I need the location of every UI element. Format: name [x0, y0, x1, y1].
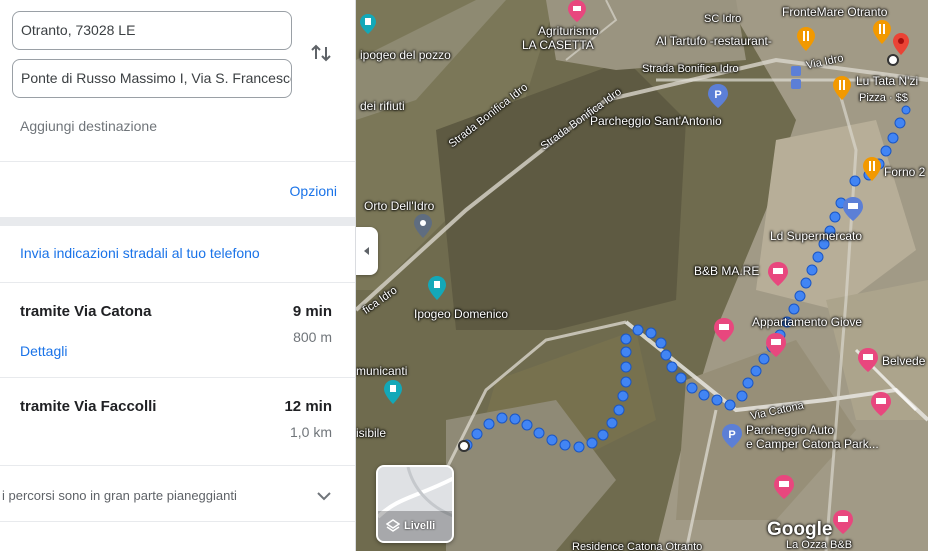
map-label: Ld Supermercato [770, 229, 863, 243]
map-label: Forno 2 [884, 165, 926, 179]
chevron-left-icon [364, 247, 369, 255]
map-label: Parcheggio Auto [746, 423, 835, 437]
route-details-link[interactable]: Dettagli [20, 343, 67, 359]
map-label: Orto Dell'Idro [364, 199, 435, 213]
divider [0, 465, 355, 466]
destination-input[interactable]: Ponte di Russo Massimo I, Via S. Frances… [12, 59, 292, 98]
add-destination-button[interactable]: Aggiungi destinazione [20, 118, 157, 134]
map-label: LA CASETTA [522, 38, 594, 52]
layers-label: Livelli [404, 520, 436, 532]
attraction-icon[interactable] [428, 276, 446, 300]
map-label: Agriturismo [538, 24, 599, 38]
map-label: Residence Catona Otranto [572, 541, 703, 551]
options-button[interactable]: Opzioni [290, 183, 337, 199]
route-time: 9 min [292, 303, 332, 320]
map-label: isibile [356, 426, 387, 440]
restaurant-icon[interactable] [833, 76, 851, 100]
map-label: B&B MA.RE [694, 264, 760, 278]
hotel-icon[interactable] [833, 510, 853, 534]
hotel-icon[interactable] [766, 333, 786, 357]
layers-button[interactable]: Livelli [376, 465, 454, 543]
parking-icon[interactable]: P [708, 84, 728, 108]
restaurant-icon[interactable] [797, 27, 815, 51]
map-label: dei rifiuti [360, 99, 405, 113]
directions-panel: Otranto, 73028 LE Ponte di Russo Massimo… [0, 0, 356, 551]
map-label: Lu Tata N'zi [856, 74, 919, 88]
divider [0, 521, 355, 522]
map-label: Parcheggio Sant'Antonio [590, 114, 722, 128]
hotel-icon[interactable] [568, 0, 586, 22]
hotel-icon[interactable] [858, 348, 878, 372]
collapse-panel-button[interactable] [356, 227, 378, 275]
cart-icon[interactable] [843, 197, 863, 221]
map-label: e Camper Catona Park... [746, 437, 879, 451]
restaurant-icon[interactable] [873, 20, 891, 44]
chevron-down-icon[interactable] [314, 486, 334, 506]
svg-text:P: P [728, 429, 735, 441]
terrain-note[interactable]: i percorsi sono in gran parte pianeggian… [0, 473, 355, 521]
route-option[interactable]: tramite Via Faccolli 12 min 1,0 km [0, 378, 355, 473]
section-separator [0, 217, 355, 226]
attraction-icon[interactable] [360, 14, 376, 34]
bus-icon[interactable] [790, 66, 802, 90]
route-distance: 1,0 km [289, 424, 332, 440]
route-start-marker [458, 440, 470, 452]
map-label: Pizza · $$ [859, 92, 908, 104]
route-time: 12 min [284, 398, 332, 415]
map-label: SC Idro [704, 13, 742, 25]
origin-input[interactable]: Otranto, 73028 LE [12, 11, 292, 50]
route-distance: 800 m [293, 329, 332, 345]
swap-icon[interactable] [308, 40, 334, 66]
send-to-phone-link[interactable]: Invia indicazioni stradali al tuo telefo… [20, 245, 260, 261]
divider [0, 161, 355, 162]
place-icon[interactable] [414, 214, 432, 238]
satellite-map[interactable]: P P ipogeo del pozzo Agriturismo LA CASE… [356, 0, 928, 551]
route-title: tramite Via Catona [20, 303, 152, 320]
route-title: tramite Via Faccolli [20, 398, 157, 415]
map-label: FronteMare Otranto [782, 5, 888, 19]
map-label: Belvede [882, 354, 926, 368]
google-logo: Google [767, 519, 833, 540]
map-label: municanti [356, 364, 408, 378]
svg-text:P: P [714, 89, 721, 101]
restaurant-icon[interactable] [863, 157, 881, 181]
map-label: Ipogeo Domenico [414, 307, 509, 321]
terrain-text: i percorsi sono in gran parte pianeggian… [2, 488, 237, 503]
hotel-icon[interactable] [768, 262, 788, 286]
hotel-icon[interactable] [774, 475, 794, 499]
parking-icon[interactable]: P [722, 424, 742, 448]
map-label: Strada Bonifica Idro [642, 63, 739, 75]
map-label: Appartamento Giove [752, 315, 863, 329]
hotel-icon[interactable] [871, 392, 891, 416]
destination-pin-icon[interactable] [893, 33, 909, 57]
map-label: ipogeo del pozzo [360, 48, 451, 62]
route-option[interactable]: tramite Via Catona 9 min 800 m Dettagli [0, 283, 355, 378]
layers-icon [386, 519, 400, 532]
map-label: Al Tartufo -restaurant- [656, 34, 772, 48]
attraction-icon[interactable] [384, 380, 402, 404]
hotel-icon[interactable] [714, 318, 734, 342]
